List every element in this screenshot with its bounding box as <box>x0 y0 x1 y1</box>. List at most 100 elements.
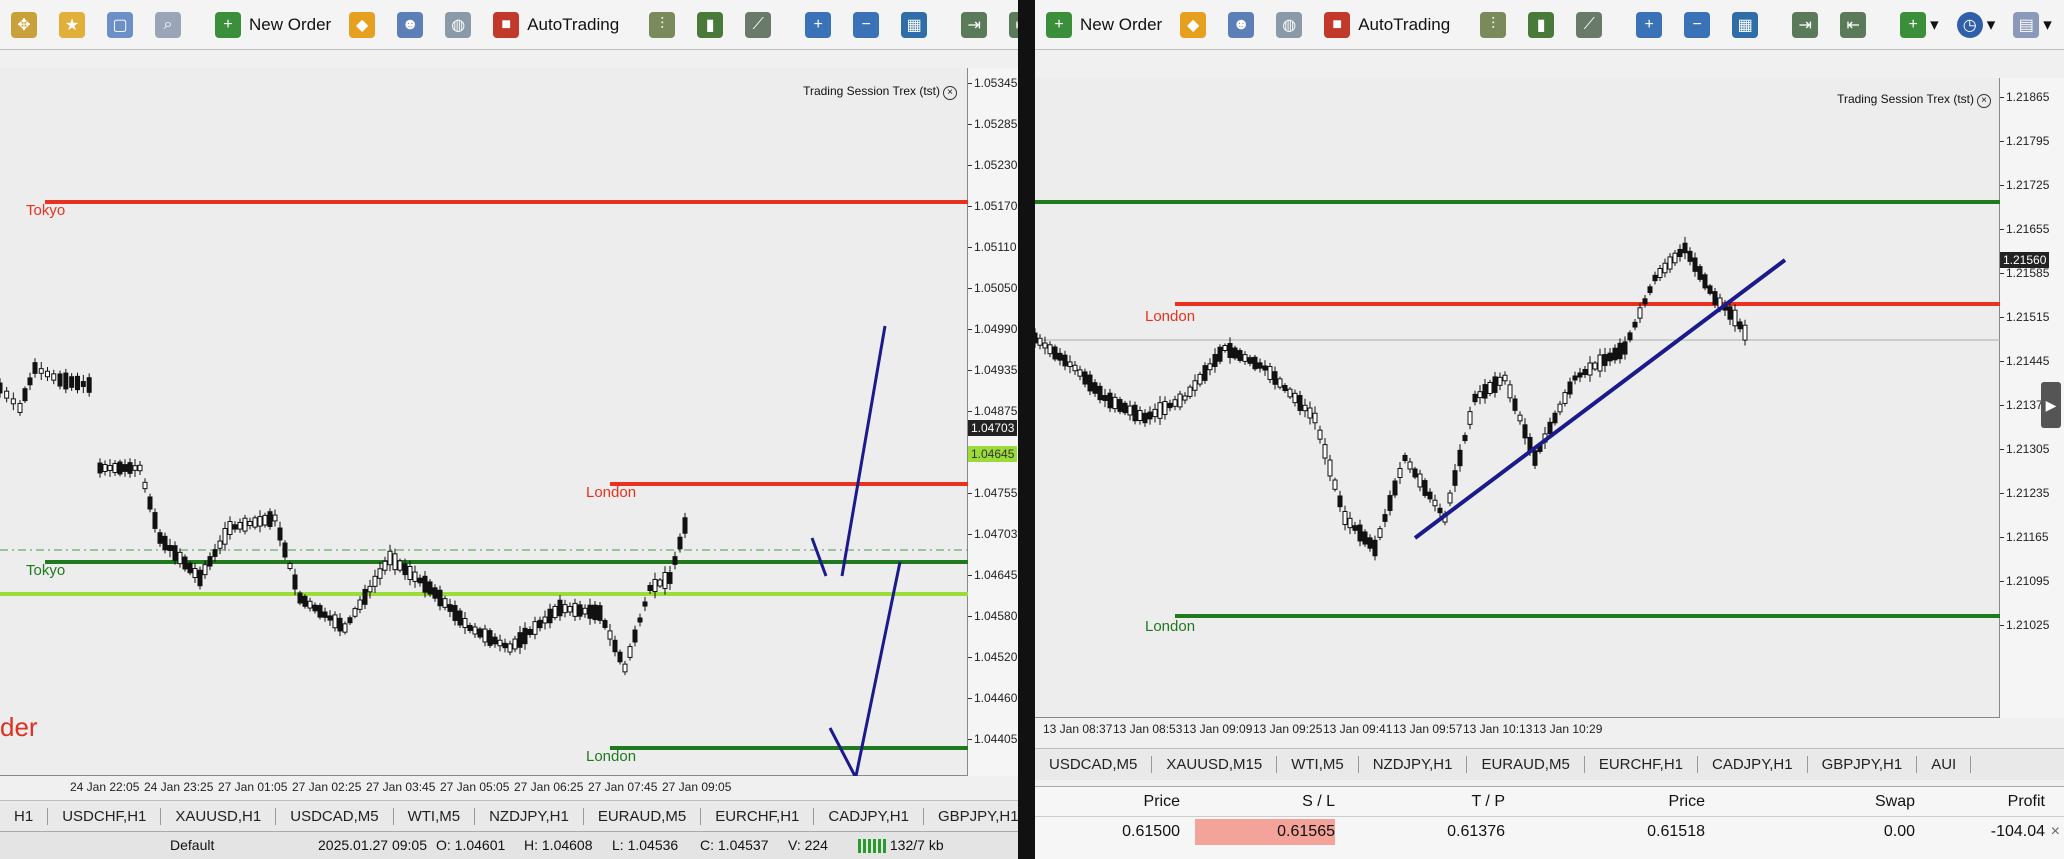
chart-tab[interactable]: NZDJPY,H1 <box>475 808 584 825</box>
price-tick: 1.04990 <box>967 322 1018 336</box>
price-tick: 1.21165 <box>2000 530 2049 544</box>
candle-body <box>1142 412 1148 424</box>
market-button[interactable]: ◍ <box>1267 8 1311 42</box>
tile-windows-button[interactable]: ▦ <box>1723 8 1767 42</box>
terminal-header-cell: Price <box>1143 793 1180 810</box>
candle-body <box>577 604 583 617</box>
indicators-icon: + <box>1900 11 1927 38</box>
bar-chart-button[interactable]: ⫶ <box>640 8 684 42</box>
chart-tab[interactable]: EURAUD,M5 <box>1467 756 1585 773</box>
zoom-out-button[interactable]: − <box>1675 8 1719 42</box>
globe-icon: ◍ <box>1276 11 1303 38</box>
status-profile[interactable]: Default <box>170 837 214 853</box>
chart-tab[interactable]: CADJPY,H1 <box>1698 756 1808 773</box>
metaeditor-button[interactable]: ◆ <box>340 8 384 42</box>
zoom-in-button[interactable]: + <box>796 8 840 42</box>
chart-tab[interactable]: USDCAD,M5 <box>276 808 394 825</box>
time-tick: 27 Jan 05:05 <box>440 780 510 794</box>
line-chart-button[interactable]: ⟋ <box>736 8 780 42</box>
metaeditor-button[interactable]: ◆ <box>1171 8 1215 42</box>
candle-body <box>1612 347 1618 361</box>
candle-body <box>247 521 253 527</box>
navigator-button[interactable]: ⌕ <box>146 8 190 42</box>
chart-tab[interactable]: XAUUSD,M15 <box>1152 756 1278 773</box>
auto-trading-label: AutoTrading <box>1358 14 1451 34</box>
time-tick: 27 Jan 02:25 <box>292 780 362 794</box>
candle-body <box>80 381 86 387</box>
autoscroll-button[interactable]: ⇤ <box>1000 8 1018 42</box>
price-tick: 1.04580 <box>967 609 1018 623</box>
candle-body <box>277 527 283 541</box>
candle-body <box>1517 414 1523 422</box>
chart-shift-button[interactable]: ⇥ <box>1783 8 1827 42</box>
bar-chart-button[interactable]: ⫶ <box>1471 8 1515 42</box>
auto-trading-button[interactable]: ■ AutoTrading <box>484 8 624 42</box>
terminal-order-cell: 0.00 <box>1883 823 1915 840</box>
candle-chart-button[interactable]: ▮ <box>1519 8 1563 42</box>
autoscroll-button[interactable]: ⇤ <box>1831 8 1875 42</box>
chart-shift-button[interactable]: ⇥ <box>952 8 996 42</box>
candle-body <box>562 604 568 614</box>
market-button[interactable]: ◍ <box>436 8 480 42</box>
candle-body <box>657 579 663 587</box>
candle-body <box>212 549 218 557</box>
tile-windows-button[interactable]: ▦ <box>892 8 936 42</box>
signals-button[interactable]: ☻ <box>1219 8 1263 42</box>
market-watch-button[interactable]: ▢ <box>98 8 142 42</box>
chart-tab[interactable]: CADJPY,H1 <box>814 808 924 825</box>
chart-tab[interactable]: GBPJPY,H1 <box>924 808 1018 825</box>
chart-tab[interactable]: EURCHF,H1 <box>701 808 815 825</box>
chart-tab[interactable]: WTI,M5 <box>394 808 476 825</box>
candle-body <box>1082 371 1088 385</box>
line-chart-button[interactable]: ⟋ <box>1567 8 1611 42</box>
chart-tab[interactable]: WTI,M5 <box>1277 756 1359 773</box>
chart-tab[interactable]: NZDJPY,H1 <box>1359 756 1468 773</box>
session-label-london-top: London <box>1145 308 1196 325</box>
candle-body <box>227 521 233 535</box>
candle-body <box>1402 454 1408 462</box>
terminal-order-row[interactable]: 0.61500 0.61565 0.61376 0.61518 0.00 -104.04 <box>1035 817 2064 847</box>
candle-body <box>1727 306 1733 320</box>
candle-body <box>1487 381 1493 395</box>
candle-body <box>627 646 633 658</box>
scroll-right-button[interactable]: ▶ <box>2041 382 2061 428</box>
periods-button[interactable]: ◷ ▾ <box>1948 8 2001 42</box>
candle-body <box>1037 337 1043 346</box>
auto-trading-label: AutoTrading <box>527 14 620 34</box>
crosshair-button[interactable]: ✥ <box>2 8 46 42</box>
templates-button[interactable]: ▤ ▾ <box>2004 8 2057 42</box>
candle-body <box>1447 492 1453 504</box>
candle-body <box>1272 371 1278 385</box>
chart-tab[interactable]: EURAUD,M5 <box>584 808 702 825</box>
time-tick: 24 Jan 23:25 <box>144 780 214 794</box>
right-price-chart[interactable]: Trading Session Trex (tst) × London Londo… <box>1035 78 2000 718</box>
new-order-button[interactable]: + New Order <box>1037 8 1167 42</box>
chart-tab[interactable]: USDCHF,H1 <box>48 808 162 825</box>
candle-body <box>51 373 57 381</box>
indicators-button[interactable]: + ▾ <box>1891 8 1944 42</box>
candle-body <box>452 605 458 621</box>
chart-tab[interactable]: AUI <box>1917 756 1972 773</box>
signals-button[interactable]: ☻ <box>388 8 432 42</box>
candle-body <box>1437 507 1443 514</box>
chart-tab[interactable]: GBPJPY,H1 <box>1808 756 1918 773</box>
zoom-in-button[interactable]: + <box>1627 8 1671 42</box>
new-order-button[interactable]: + New Order <box>206 8 336 42</box>
candle-body <box>86 377 92 393</box>
candle-body <box>447 604 453 612</box>
candle-body <box>507 643 513 653</box>
chart-tab[interactable]: EURCHF,H1 <box>1585 756 1699 773</box>
auto-trading-button[interactable]: ■ AutoTrading <box>1315 8 1455 42</box>
people-icon: ☻ <box>1228 11 1255 38</box>
candle-chart-button[interactable]: ▮ <box>688 8 732 42</box>
left-price-chart[interactable]: Trading Session Trex (tst) × Tokyo London… <box>0 68 968 776</box>
left-price-scale[interactable]: 1.05345 1.05285 1.05230 1.05170 1.05110 1.050… <box>967 68 1018 776</box>
profiles-button[interactable]: ★ <box>50 8 94 42</box>
candle-body <box>1522 424 1528 439</box>
zoom-out-button[interactable]: − <box>844 8 888 42</box>
close-order-icon[interactable]: × <box>2051 823 2060 841</box>
chart-tab[interactable]: XAUUSD,H1 <box>161 808 277 825</box>
chart-tab[interactable]: USDCAD,M5 <box>1035 756 1153 773</box>
candle-body <box>1192 380 1198 391</box>
chart-tab[interactable]: H1 <box>0 808 49 825</box>
